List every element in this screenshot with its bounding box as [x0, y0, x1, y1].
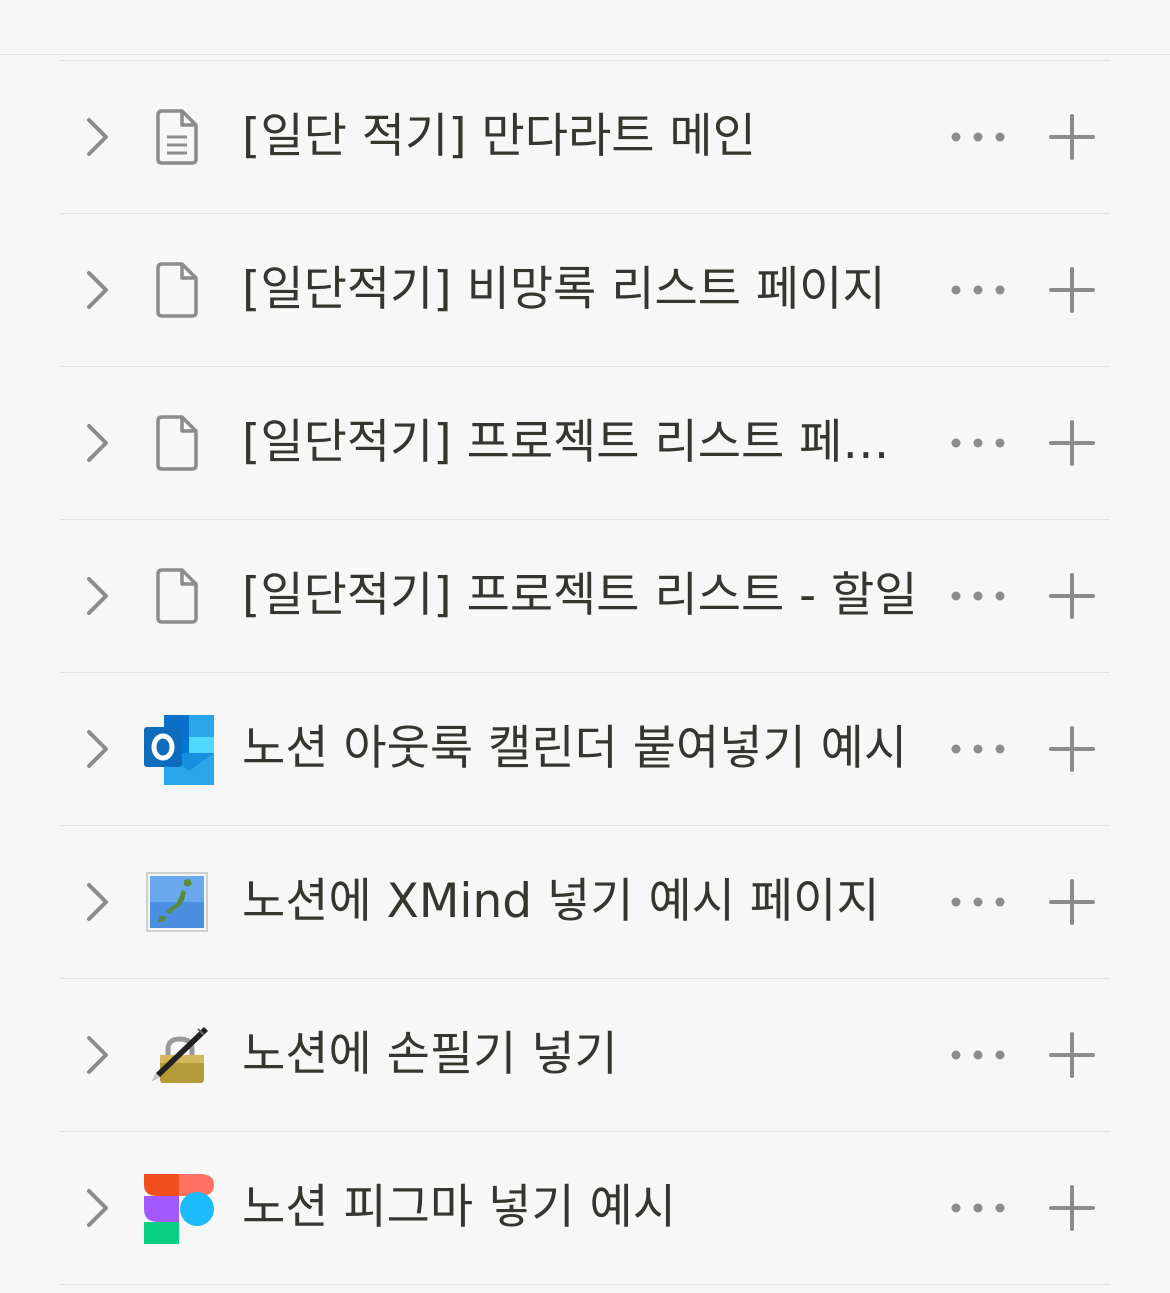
page-title[interactable]: [일단적기] 프로젝트 리스트 페이지 — [242, 407, 922, 479]
page-row[interactable]: 노션에 손필기 넣기 — [60, 978, 1110, 1131]
document-text-icon — [152, 107, 202, 167]
page-row[interactable]: [일단적기] 프로젝트 리스트 - 할일 — [60, 519, 1110, 672]
page-row[interactable]: [일단적기] 비망록 리스트 페이지 — [60, 213, 1110, 366]
page-title[interactable]: [일단적기] 프로젝트 리스트 - 할일 — [242, 560, 922, 632]
more-options-icon[interactable] — [948, 1194, 1008, 1222]
page-title[interactable]: 노션에 XMind 넣기 예시 페이지 — [242, 866, 922, 938]
page-row[interactable]: 노션 아웃룩 캘린더 붙여넣기 예시 — [60, 672, 1110, 825]
page-title[interactable]: 노션 피그마 넣기 예시 — [242, 1172, 922, 1244]
chevron-right-icon[interactable] — [82, 728, 112, 770]
chevron-right-icon[interactable] — [82, 1034, 112, 1076]
add-subpage-icon[interactable] — [1048, 1031, 1096, 1079]
japan-map-icon — [146, 872, 208, 932]
chevron-right-icon[interactable] — [82, 575, 112, 617]
add-subpage-icon[interactable] — [1048, 1184, 1096, 1232]
page-row[interactable]: 노션 피그마 넣기 예시 — [60, 1131, 1110, 1285]
page-title[interactable]: [일단 적기] 만다라트 메인 — [242, 101, 922, 173]
add-subpage-icon[interactable] — [1048, 572, 1096, 620]
more-options-icon[interactable] — [948, 582, 1008, 610]
page-row[interactable]: [일단 적기] 만다라트 메인 — [60, 60, 1110, 213]
chevron-right-icon[interactable] — [82, 422, 112, 464]
locked-pen-icon — [146, 1023, 208, 1085]
chevron-right-icon[interactable] — [82, 269, 112, 311]
figma-icon — [142, 1172, 216, 1246]
add-subpage-icon[interactable] — [1048, 113, 1096, 161]
add-subpage-icon[interactable] — [1048, 878, 1096, 926]
document-blank-icon — [152, 260, 202, 320]
document-blank-icon — [152, 566, 202, 626]
outlook-icon — [142, 713, 216, 787]
page-row[interactable]: 노션에 XMind 넣기 예시 페이지 — [60, 825, 1110, 978]
more-options-icon[interactable] — [948, 123, 1008, 151]
page-list: [일단 적기] 만다라트 메인 [일단적기] 비망록 리스트 페이지 [일단적기… — [60, 60, 1110, 1285]
chevron-right-icon[interactable] — [82, 1187, 112, 1229]
page-title[interactable]: [일단적기] 비망록 리스트 페이지 — [242, 254, 922, 326]
more-options-icon[interactable] — [948, 429, 1008, 457]
add-subpage-icon[interactable] — [1048, 266, 1096, 314]
more-options-icon[interactable] — [948, 735, 1008, 763]
page-title[interactable]: 노션에 손필기 넣기 — [242, 1019, 922, 1091]
add-subpage-icon[interactable] — [1048, 419, 1096, 467]
chevron-right-icon[interactable] — [82, 881, 112, 923]
document-blank-icon — [152, 413, 202, 473]
page-row[interactable]: [일단적기] 프로젝트 리스트 페이지 — [60, 366, 1110, 519]
more-options-icon[interactable] — [948, 888, 1008, 916]
top-divider — [0, 54, 1170, 55]
page-title[interactable]: 노션 아웃룩 캘린더 붙여넣기 예시 — [242, 713, 922, 785]
add-subpage-icon[interactable] — [1048, 725, 1096, 773]
more-options-icon[interactable] — [948, 276, 1008, 304]
chevron-right-icon[interactable] — [82, 116, 112, 158]
more-options-icon[interactable] — [948, 1041, 1008, 1069]
